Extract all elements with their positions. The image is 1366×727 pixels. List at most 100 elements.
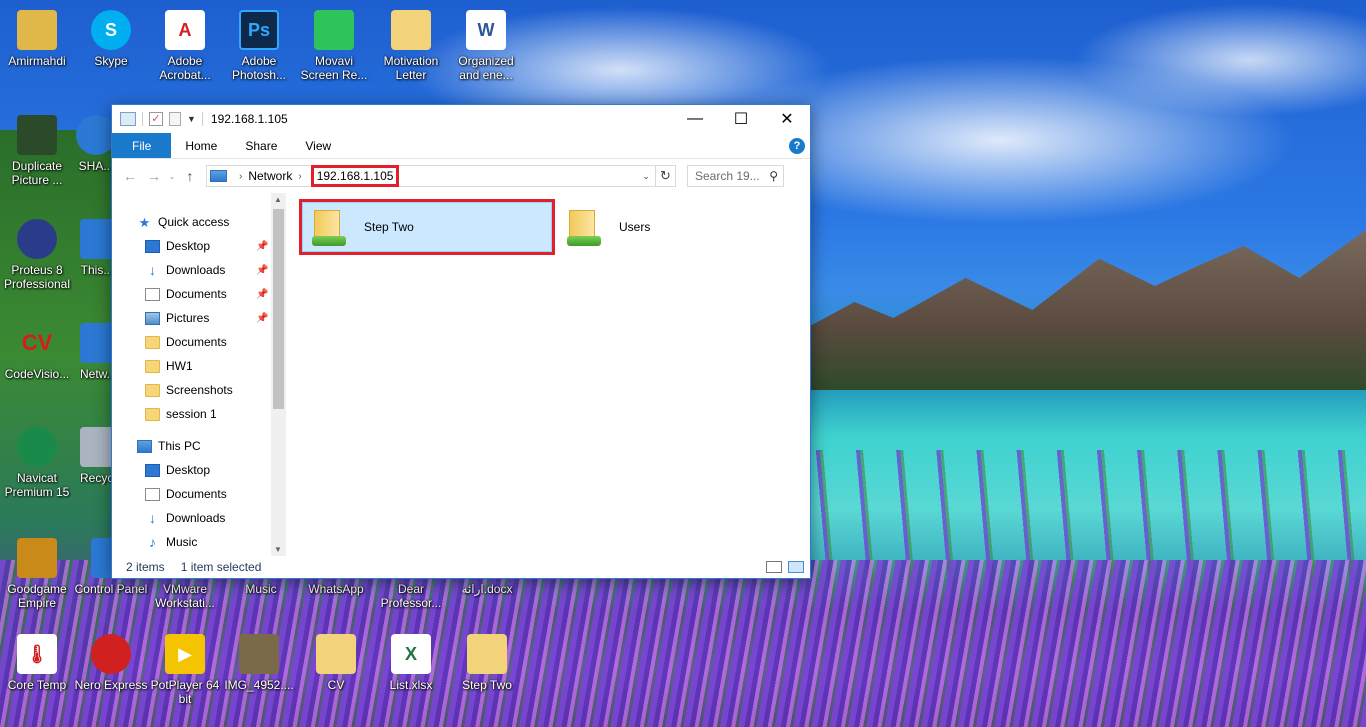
recycle-bin-icon: [80, 427, 114, 467]
breadcrumb-chevron-icon[interactable]: ›: [239, 171, 242, 182]
tab-file[interactable]: File: [112, 133, 172, 158]
navigation-pane: ★ Quick access Desktop 📌 ↓ Downloads 📌 Docum…: [112, 193, 287, 556]
back-arrow-icon[interactable]: ←: [118, 168, 142, 184]
desktop-icon[interactable]: Motivation Letter: [374, 10, 448, 82]
desktop-icon[interactable]: Step Two: [450, 634, 524, 692]
desktop-icon[interactable]: Amirmahdi: [0, 10, 74, 68]
nav-quick-access[interactable]: ★ Quick access: [112, 210, 287, 234]
minimize-button[interactable]: —: [672, 105, 718, 133]
pin-icon: 📌: [256, 240, 269, 252]
nero-icon: [91, 634, 131, 674]
desktop-icon: [145, 239, 160, 253]
pin-icon: 📌: [256, 312, 269, 324]
nav-this-pc[interactable]: This PC: [112, 434, 287, 458]
ribbon-tabs: File Home Share View ?: [112, 133, 810, 159]
properties-icon[interactable]: ✓: [149, 112, 163, 126]
nav-item-documents-folder[interactable]: Documents: [112, 330, 287, 354]
breadcrumb-network[interactable]: Network: [248, 169, 292, 183]
download-icon: ↓: [149, 261, 156, 278]
pictures-icon: [145, 311, 160, 325]
desktop-icon[interactable]: 🌡 Core Temp: [0, 634, 74, 692]
duplicate-picture-icon: [17, 115, 57, 155]
desktop-icon[interactable]: S Skype: [74, 10, 148, 68]
desktop-icon[interactable]: Recyc...: [80, 427, 114, 485]
address-dropdown-icon[interactable]: ⌄: [637, 171, 655, 182]
desktop-icon[interactable]: Duplicate Picture ...: [0, 115, 74, 187]
desktop-icon[interactable]: CV: [299, 634, 373, 692]
shared-folder-item[interactable]: Step Two: [299, 199, 555, 255]
maximize-button[interactable]: ☐: [718, 105, 764, 133]
nav-item-desktop[interactable]: Desktop 📌: [112, 234, 287, 258]
desktop-icon[interactable]: Movavi Screen Re...: [297, 10, 371, 82]
tab-share[interactable]: Share: [231, 133, 291, 158]
status-bar: 2 items 1 item selected: [112, 556, 810, 578]
desktop-icon[interactable]: Netw...: [80, 323, 114, 381]
desktop-icon[interactable]: W Organized and ene...: [449, 10, 523, 82]
address-bar[interactable]: › Network › 192.168.1.105 ⌄ ↻: [206, 165, 676, 187]
excel-icon: X: [391, 634, 431, 674]
item-label: Step Two: [364, 220, 414, 234]
folder-icon: [145, 407, 160, 421]
desktop-icon[interactable]: CV CodeVisio...: [0, 323, 74, 382]
customize-dropdown-icon[interactable]: ▼: [187, 114, 196, 124]
new-folder-icon[interactable]: [169, 112, 181, 126]
acrobat-icon: A: [165, 10, 205, 50]
large-icons-view-icon[interactable]: [788, 561, 804, 573]
breadcrumb-chevron-icon[interactable]: ›: [298, 171, 301, 182]
breadcrumb-current-host[interactable]: 192.168.1.105: [310, 165, 400, 187]
desktop-icon[interactable]: SHA...: [76, 115, 116, 173]
nav-item-pictures[interactable]: Pictures 📌: [112, 306, 287, 330]
desktop-icon[interactable]: Navicat Premium 15: [0, 427, 74, 499]
close-button[interactable]: ✕: [764, 105, 810, 133]
nav-item-screenshots[interactable]: Screenshots: [112, 378, 287, 402]
document-icon: [145, 287, 160, 301]
network-icon: [80, 323, 114, 363]
shared-folder-item[interactable]: Users: [557, 199, 813, 255]
details-view-icon[interactable]: [766, 561, 782, 573]
nav-item-session-1[interactable]: session 1: [112, 402, 287, 426]
folder-icon: [391, 10, 431, 50]
file-explorer-window: ✓ ▼ 192.168.1.105 — ☐ ✕ File Home Share …: [111, 104, 811, 579]
divider: [142, 112, 143, 126]
desktop-icon[interactable]: Nero Express: [74, 634, 148, 692]
wallpaper-mountains: [810, 230, 1366, 390]
desktop-icon[interactable]: Goodgame Empire: [0, 538, 74, 610]
desktop-icon[interactable]: X List.xlsx: [374, 634, 448, 692]
nav-item-documents[interactable]: Documents 📌: [112, 282, 287, 306]
potplayer-icon: ▶: [165, 634, 205, 674]
help-icon[interactable]: ?: [789, 138, 805, 154]
tab-home[interactable]: Home: [171, 133, 231, 158]
quick-access-toolbar: ✓ ▼: [112, 112, 203, 126]
codevision-icon: CV: [21, 330, 53, 355]
word-icon: W: [466, 10, 506, 50]
item-count: 2 items: [126, 560, 165, 574]
nav-pc-music[interactable]: ♪ Music: [112, 530, 287, 554]
desktop-icon[interactable]: IMG_4952....: [222, 634, 296, 692]
folder-icon: [467, 634, 507, 674]
divider: [201, 112, 203, 126]
shared-folder-icon: [312, 208, 346, 246]
desktop-icon[interactable]: ▶ PotPlayer 64 bit: [148, 634, 222, 706]
title-bar: ✓ ▼ 192.168.1.105 — ☐ ✕: [112, 105, 810, 133]
nav-item-hw1[interactable]: HW1: [112, 354, 287, 378]
nav-item-downloads[interactable]: ↓ Downloads 📌: [112, 258, 287, 282]
scroll-down-icon[interactable]: ▼: [274, 545, 282, 554]
folder-icon: [145, 335, 160, 349]
desktop-icon[interactable]: Proteus 8 Professional: [0, 219, 74, 291]
this-pc-icon: [137, 439, 152, 453]
search-input[interactable]: Search 19... ⚲: [687, 165, 784, 187]
nav-pc-downloads[interactable]: ↓ Downloads: [112, 506, 287, 530]
nav-pc-desktop[interactable]: Desktop: [112, 458, 287, 482]
desktop-icon[interactable]: A Adobe Acrobat...: [148, 10, 222, 82]
refresh-icon[interactable]: ↻: [655, 166, 675, 186]
forward-arrow-icon[interactable]: →: [142, 168, 166, 184]
tab-view[interactable]: View: [291, 133, 345, 158]
nav-pc-documents[interactable]: Documents: [112, 482, 287, 506]
up-arrow-icon[interactable]: ↑: [178, 168, 202, 184]
nav-scrollbar[interactable]: ▲ ▼: [271, 193, 286, 556]
scrollbar-thumb[interactable]: [273, 209, 284, 409]
desktop-icon[interactable]: Ps Adobe Photosh...: [222, 10, 296, 82]
desktop-icon[interactable]: This...: [80, 219, 114, 277]
scroll-up-icon[interactable]: ▲: [274, 195, 282, 204]
recent-locations-chevron-icon[interactable]: ⌄: [166, 172, 178, 181]
